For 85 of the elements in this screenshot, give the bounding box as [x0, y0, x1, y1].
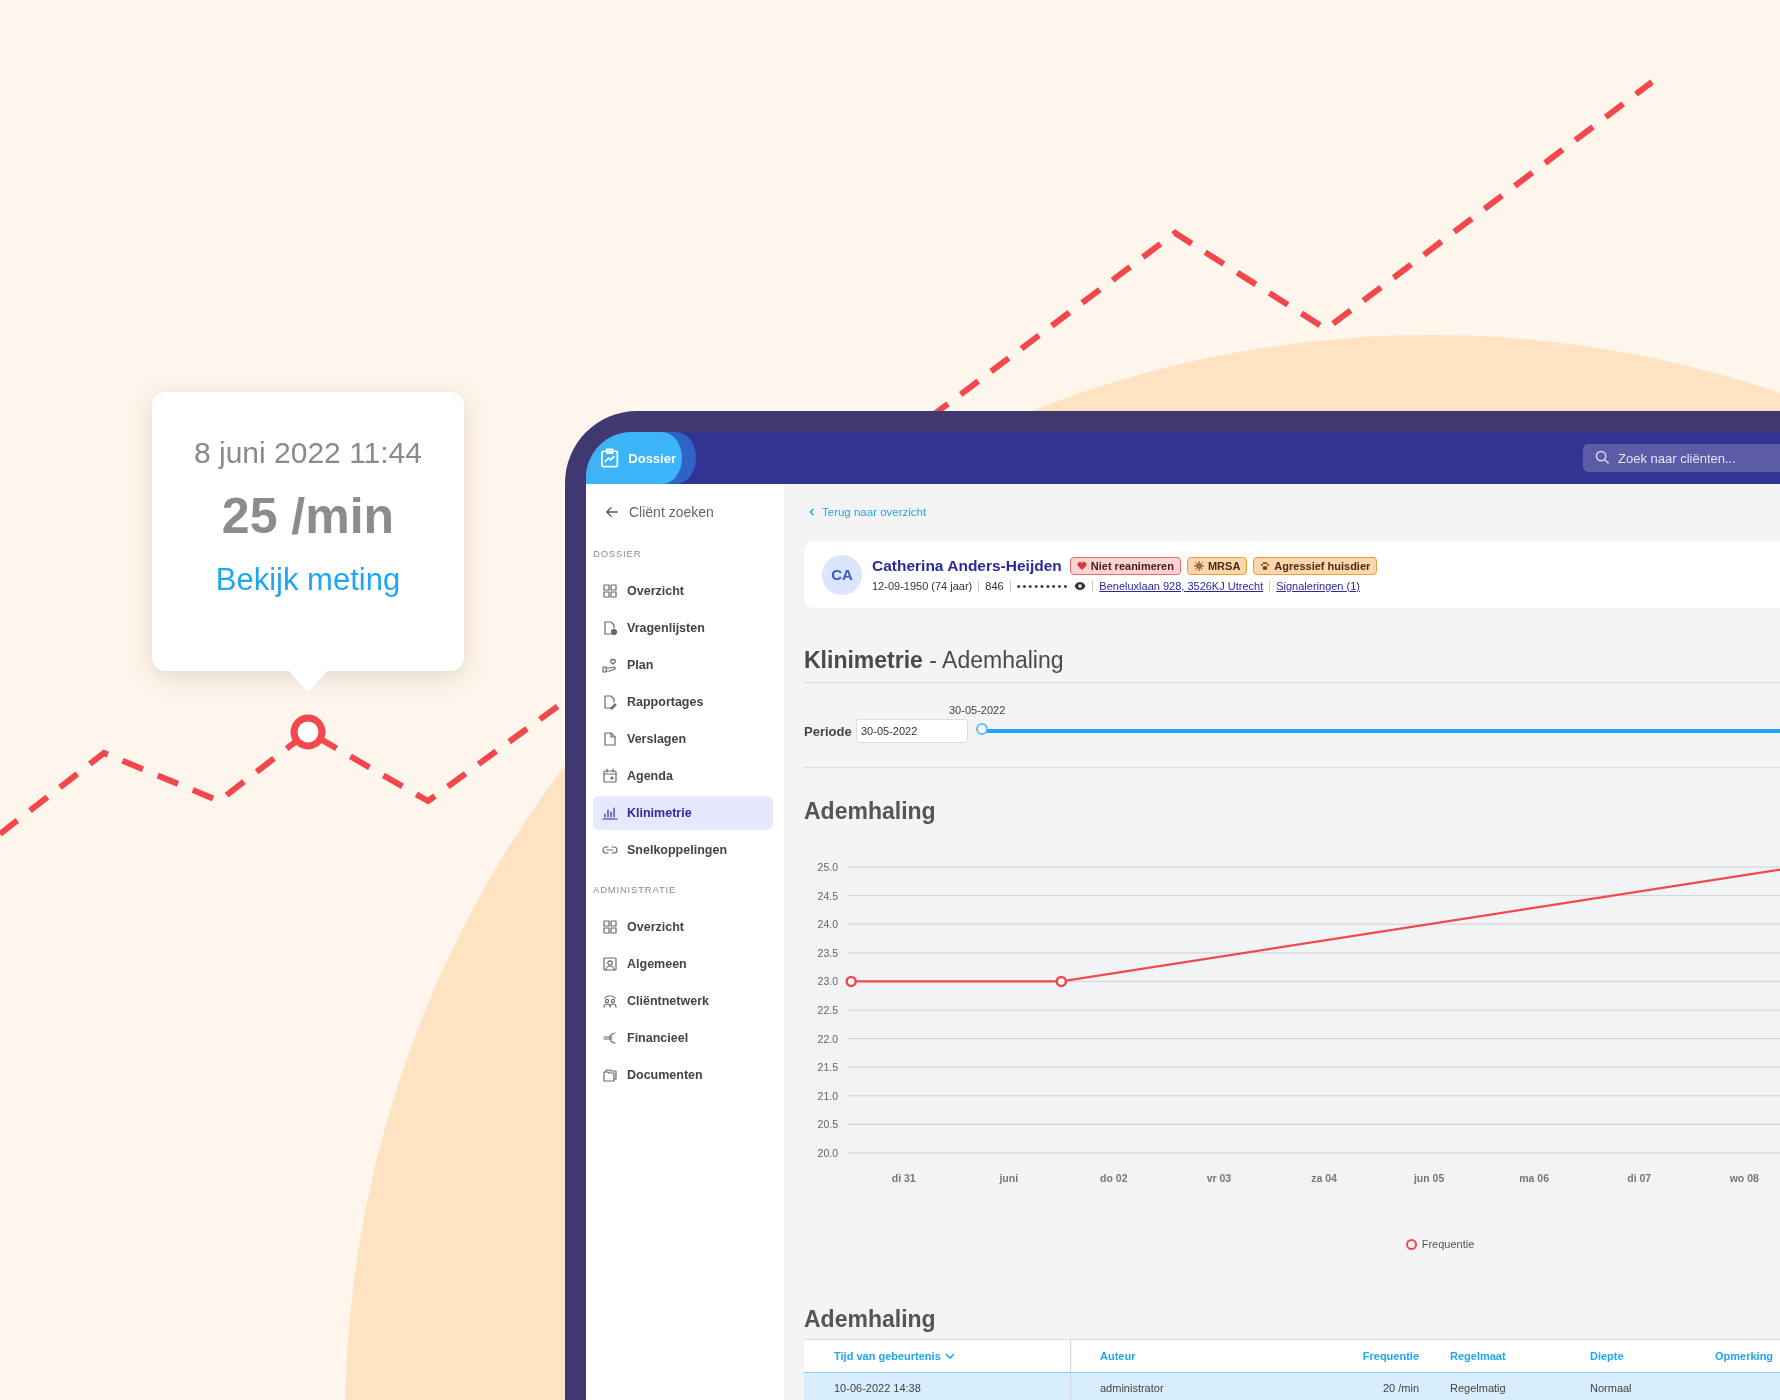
search-icon: [1595, 450, 1610, 465]
table-row[interactable]: 10-06-2022 14:38 administrator 20 /min Regelmatig Normaal: [804, 1372, 1780, 1400]
sidebar-item[interactable]: Agenda: [593, 759, 773, 793]
avatar: CA: [822, 554, 862, 595]
sidebar-item[interactable]: Algemeen: [593, 947, 773, 981]
data-point[interactable]: [1055, 975, 1068, 988]
document-icon: [602, 731, 618, 747]
calendar-icon: [602, 768, 618, 784]
slider-value-label: 30-05-2022: [949, 703, 1007, 717]
bar-chart-icon: [602, 805, 618, 821]
user-card-icon: [602, 956, 618, 972]
back-arrow-icon: [605, 505, 619, 519]
x-axis-label: di 31: [891, 1172, 916, 1184]
sidebar-item[interactable]: Financieel: [593, 1021, 773, 1055]
section-title: Ademhaling: [804, 797, 937, 826]
section-title: Ademhaling: [804, 1305, 937, 1334]
grid-icon: [602, 583, 618, 599]
y-axis-label: 21.5: [817, 1061, 838, 1074]
legend-item[interactable]: Frequentie: [1405, 1236, 1475, 1252]
client-number: 846: [978, 580, 1010, 592]
table-cell: Regelmatig: [1450, 1382, 1506, 1394]
sidebar-item[interactable]: Documenten: [593, 1058, 773, 1092]
x-axis-label: do 02: [1100, 1172, 1128, 1184]
y-axis-label: 21.0: [817, 1089, 838, 1102]
x-axis-label: di 07: [1627, 1172, 1652, 1184]
period-label: Periode: [804, 723, 853, 739]
tooltip-datetime: 8 juni 2022 11:44: [194, 435, 422, 471]
folders-icon: [602, 1067, 618, 1083]
table-cell: 10-06-2022 14:38: [834, 1382, 921, 1394]
sidebar-item[interactable]: Plan: [593, 648, 773, 682]
y-axis-label: 20.5: [817, 1118, 838, 1131]
table-cell: Normaal: [1590, 1382, 1632, 1394]
sidebar-item[interactable]: Overzicht: [593, 574, 773, 608]
y-axis-label: 24.0: [817, 918, 838, 931]
document-pencil-icon: [602, 694, 618, 710]
x-axis-label: juni: [999, 1172, 1019, 1184]
slider-thumb[interactable]: [976, 723, 988, 735]
alert-badge: Agressief huisdier: [1253, 557, 1378, 575]
signals-link[interactable]: Signaleringen (1): [1269, 580, 1366, 592]
sidebar-item[interactable]: Snelkoppelingen: [593, 833, 773, 867]
patient-name: Catherina Anders-Heijden: [872, 557, 1062, 575]
hand-heart-icon: [602, 657, 618, 673]
section-heading: DOSSIER: [593, 547, 643, 561]
table-cell: 20 /min: [1382, 1382, 1419, 1394]
sidebar-item[interactable]: Rapportages: [593, 685, 773, 719]
y-axis-label: 22.0: [817, 1032, 838, 1045]
y-axis-label: 24.5: [817, 889, 838, 902]
masked-value: •••••••••: [1016, 580, 1070, 592]
sidebar-item[interactable]: Klinimetrie: [593, 796, 773, 830]
document-question-icon: [602, 620, 618, 636]
y-axis-label: 20.0: [817, 1147, 838, 1159]
sidebar-item[interactable]: Vragenlijsten: [593, 611, 773, 645]
client-search-link[interactable]: Cliënt zoeken: [629, 504, 714, 520]
date-field[interactable]: 30-05-2022: [856, 719, 968, 743]
sidebar-item[interactable]: Verslagen: [593, 722, 773, 756]
virus-icon: [1193, 561, 1204, 571]
x-axis-label: ma 06: [1519, 1172, 1549, 1184]
data-point[interactable]: [845, 975, 857, 988]
point-marker: [289, 713, 327, 751]
alert-badge: Niet reanimeren: [1069, 557, 1181, 575]
chevron-down-icon: [944, 1351, 955, 1361]
x-axis-label: wo 08: [1729, 1172, 1759, 1184]
alert-badge: MRSA: [1186, 557, 1248, 575]
chevron-left-icon: [808, 508, 816, 516]
table-cell: administrator: [1100, 1382, 1164, 1394]
y-axis-label: 23.0: [817, 975, 838, 988]
y-axis-label: 23.5: [817, 946, 838, 959]
address-link[interactable]: Beneluxlaan 928, 3526KJ Utrecht: [1092, 580, 1270, 592]
paw-icon: [1260, 561, 1271, 571]
x-axis-label: jun 05: [1413, 1172, 1445, 1184]
eye-icon[interactable]: [1074, 580, 1087, 592]
x-axis-label: vr 03: [1206, 1172, 1232, 1184]
sidebar-item[interactable]: Overzicht: [593, 910, 773, 944]
people-icon: [602, 993, 618, 1009]
clipboard-chart-icon: [600, 448, 620, 468]
y-axis-label: 22.5: [817, 1004, 838, 1016]
birth-date: 12-09-1950 (74 jaar): [872, 580, 974, 592]
sidebar-item[interactable]: Cliëntnetwerk: [593, 984, 773, 1018]
page-title: Klinimetrie - Ademhaling: [804, 645, 1780, 683]
section-heading: ADMINISTRATIE: [593, 883, 678, 897]
tooltip-value: 25 /min: [221, 487, 395, 546]
heart-icon: [1076, 561, 1087, 571]
y-axis-label: 25.0: [817, 861, 838, 873]
x-axis-label: za 04: [1311, 1172, 1337, 1184]
grid-icon: [602, 919, 618, 935]
